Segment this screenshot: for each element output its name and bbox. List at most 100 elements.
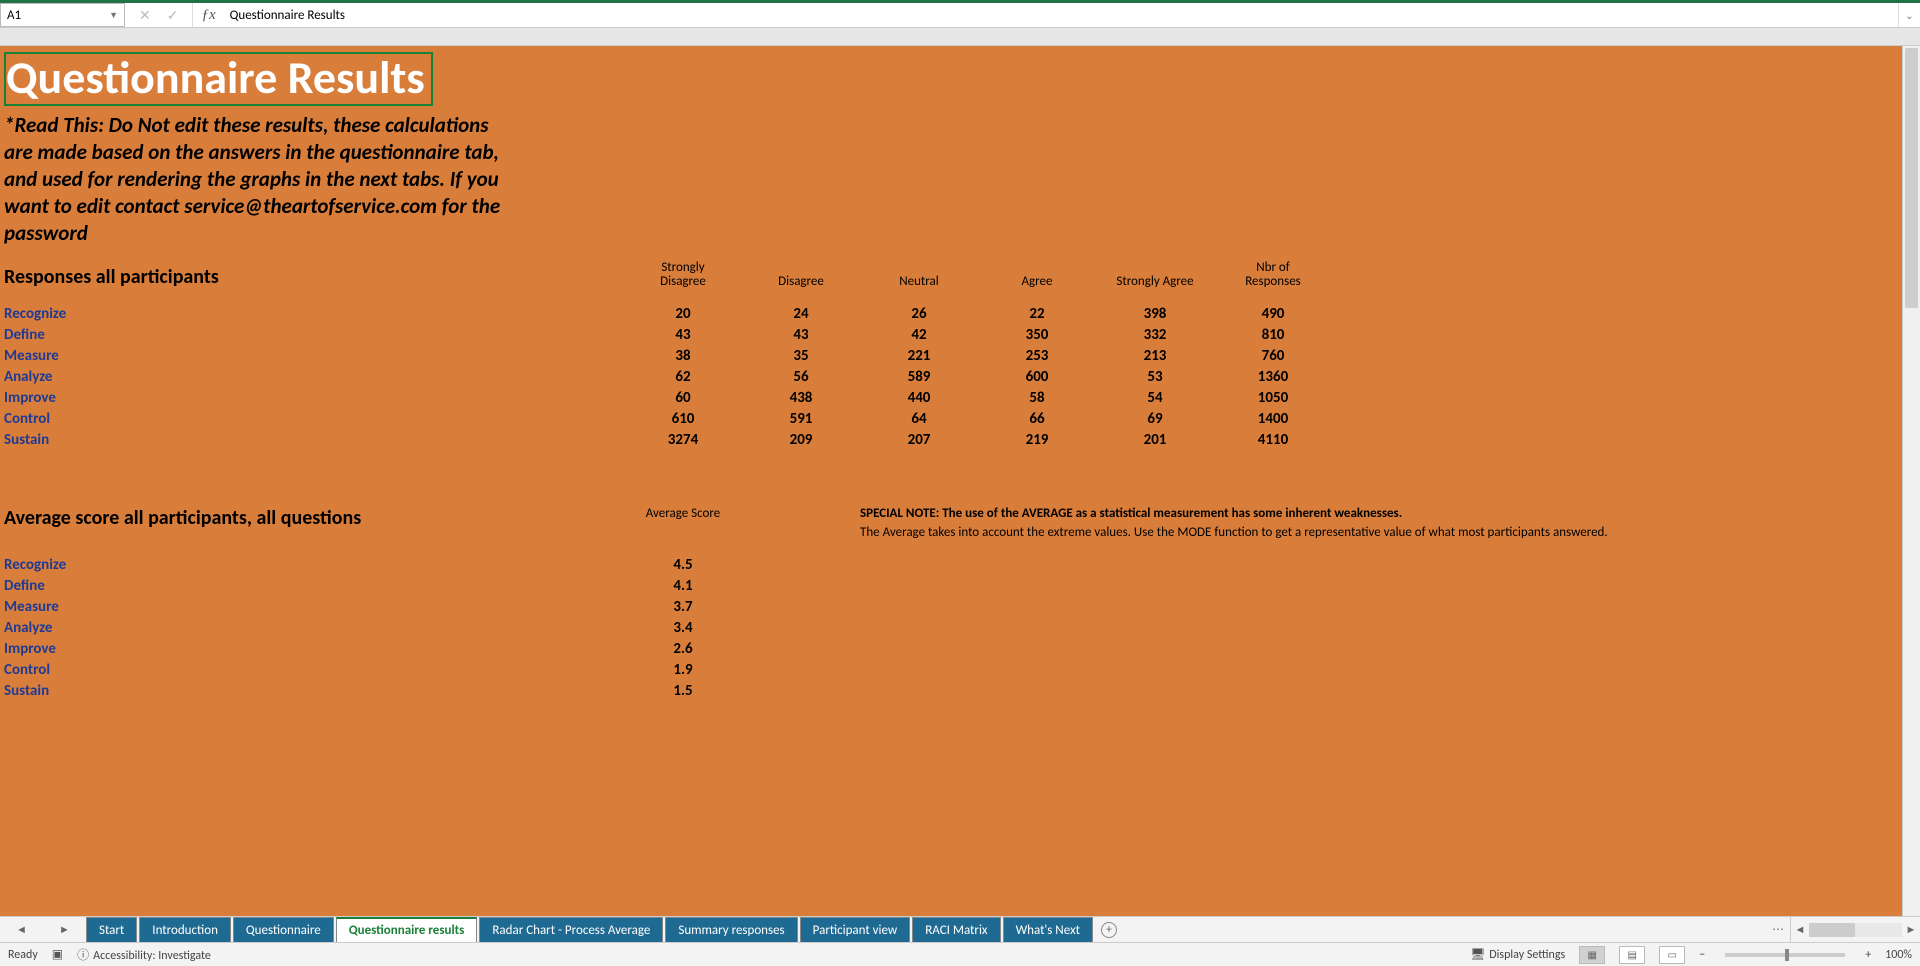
table-row: Measure3.7 — [4, 596, 1898, 617]
tab-nav-prev-icon[interactable]: ► — [59, 923, 70, 936]
table-cell: 1400 — [1214, 410, 1332, 428]
sheet-tab[interactable]: Questionnaire results — [336, 917, 478, 942]
fx-icon[interactable]: ƒx — [193, 3, 223, 27]
table-cell: 610 — [624, 410, 742, 428]
table-row: Control1.9 — [4, 659, 1898, 680]
table-cell: 1050 — [1214, 389, 1332, 407]
col-header-agree: Agree — [978, 274, 1096, 289]
sheet-tab[interactable]: Summary responses — [665, 917, 797, 942]
vertical-scrollbar-thumb[interactable] — [1905, 48, 1918, 308]
page-title[interactable]: Questionnaire Results — [4, 52, 433, 106]
hscroll-right-icon[interactable]: ► — [1902, 923, 1920, 936]
formula-controls: ✕ ✓ — [125, 3, 193, 27]
sheet-tab[interactable]: Start — [86, 917, 137, 942]
col-header-strongly-agree: Strongly Agree — [1096, 274, 1214, 289]
table-cell: 600 — [978, 368, 1096, 386]
zoom-level[interactable]: 100% — [1885, 948, 1912, 962]
zoom-out-icon[interactable]: − — [1699, 948, 1705, 962]
name-box-dropdown-icon[interactable]: ▼ — [109, 10, 118, 21]
table-cell: 43 — [624, 326, 742, 344]
name-box[interactable]: A1 ▼ — [0, 3, 125, 27]
hscroll-thumb[interactable] — [1809, 923, 1855, 937]
zoom-slider[interactable] — [1725, 953, 1845, 957]
vertical-scrollbar[interactable] — [1902, 46, 1920, 916]
column-header-strip[interactable] — [0, 28, 1920, 46]
view-normal-icon[interactable]: ▦ — [1579, 946, 1605, 964]
sheet-tab[interactable]: Introduction — [139, 917, 231, 942]
table-cell: 35 — [742, 347, 860, 365]
row-label: Analyze — [4, 368, 624, 386]
sheet-tab[interactable]: Participant view — [800, 917, 911, 942]
display-settings-button[interactable]: 🖥Display Settings — [1470, 947, 1565, 962]
table-cell: 53 — [1096, 368, 1214, 386]
table-cell: 332 — [1096, 326, 1214, 344]
sheet-tab[interactable]: Radar Chart - Process Average — [479, 917, 663, 942]
view-page-break-icon[interactable]: ▭ — [1659, 946, 1685, 964]
zoom-slider-knob[interactable] — [1785, 949, 1789, 961]
table-row: Measure3835221253213760 — [4, 345, 1898, 366]
sheet-tab[interactable]: What's Next — [1003, 917, 1093, 942]
view-page-layout-icon[interactable]: ▤ — [1619, 946, 1645, 964]
tabs-more-icon[interactable]: ⋯ — [1766, 917, 1790, 942]
worksheet-area[interactable]: Questionnaire Results *Read This: Do Not… — [0, 46, 1902, 916]
table-row: Define4.1 — [4, 575, 1898, 596]
table-cell: 66 — [978, 410, 1096, 428]
zoom-in-icon[interactable]: + — [1865, 948, 1871, 962]
hscroll-left-icon[interactable]: ◄ — [1791, 923, 1809, 936]
avg-cell: 4.1 — [624, 577, 742, 595]
row-label: Recognize — [4, 305, 624, 323]
macro-record-icon[interactable]: ▣ — [52, 947, 63, 962]
row-label: Sustain — [4, 431, 624, 449]
avg-cell: 1.9 — [624, 661, 742, 679]
table-row: Define434342350332810 — [4, 324, 1898, 345]
table-row: Analyze3.4 — [4, 617, 1898, 638]
table-cell: 64 — [860, 410, 978, 428]
row-label: Measure — [4, 347, 624, 365]
table-cell: 1360 — [1214, 368, 1332, 386]
table-row: Improve2.6 — [4, 638, 1898, 659]
table-cell: 810 — [1214, 326, 1332, 344]
tab-nav-first-icon[interactable]: ◄ — [16, 923, 27, 936]
table-cell: 24 — [742, 305, 860, 323]
tab-nav-arrows[interactable]: ◄ ► — [0, 917, 86, 942]
table-cell: 54 — [1096, 389, 1214, 407]
add-sheet-button[interactable]: + — [1095, 917, 1123, 942]
table-cell: 69 — [1096, 410, 1214, 428]
table-cell: 42 — [860, 326, 978, 344]
cancel-icon[interactable]: ✕ — [139, 7, 151, 24]
sheet-tab[interactable]: Questionnaire — [233, 917, 334, 942]
table-cell: 43 — [742, 326, 860, 344]
avg-cell: 2.6 — [624, 640, 742, 658]
formula-bar: A1 ▼ ✕ ✓ ƒx Questionnaire Results ⌄ — [0, 3, 1920, 28]
table-cell: 350 — [978, 326, 1096, 344]
confirm-icon[interactable]: ✓ — [167, 7, 179, 24]
row-label: Measure — [4, 598, 624, 616]
row-label: Improve — [4, 389, 624, 407]
sheet-tab[interactable]: RACI Matrix — [912, 917, 1000, 942]
row-label: Control — [4, 410, 624, 428]
col-header-nbr-responses: Nbr ofResponses — [1214, 261, 1332, 290]
special-note-bold: SPECIAL NOTE: The use of the AVERAGE as … — [860, 506, 1898, 521]
table-row: Control6105916466691400 — [4, 408, 1898, 429]
table-cell: 60 — [624, 389, 742, 407]
col-header-disagree: Disagree — [742, 274, 860, 289]
table-cell: 207 — [860, 431, 978, 449]
table-row: Sustain1.5 — [4, 680, 1898, 701]
row-label: Sustain — [4, 682, 624, 700]
table-cell: 589 — [860, 368, 978, 386]
col-header-neutral: Neutral — [860, 274, 978, 289]
table-cell: 591 — [742, 410, 860, 428]
table-cell: 209 — [742, 431, 860, 449]
avg-cell: 3.4 — [624, 619, 742, 637]
status-bar: Ready ▣ ⓘAccessibility: Investigate 🖥Dis… — [0, 942, 1920, 966]
formula-input[interactable]: Questionnaire Results — [224, 3, 1898, 27]
formula-text: Questionnaire Results — [230, 8, 345, 23]
accessibility-icon: ⓘ — [77, 949, 89, 963]
table-cell: 760 — [1214, 347, 1332, 365]
display-settings-icon: 🖥 — [1470, 948, 1485, 962]
table-cell: 58 — [978, 389, 1096, 407]
avg-heading: Average score all participants, all ques… — [4, 506, 624, 530]
formula-expand-icon[interactable]: ⌄ — [1898, 3, 1920, 27]
accessibility-status[interactable]: ⓘAccessibility: Investigate — [77, 946, 211, 963]
horizontal-scrollbar[interactable]: ◄ ► — [1790, 917, 1920, 942]
